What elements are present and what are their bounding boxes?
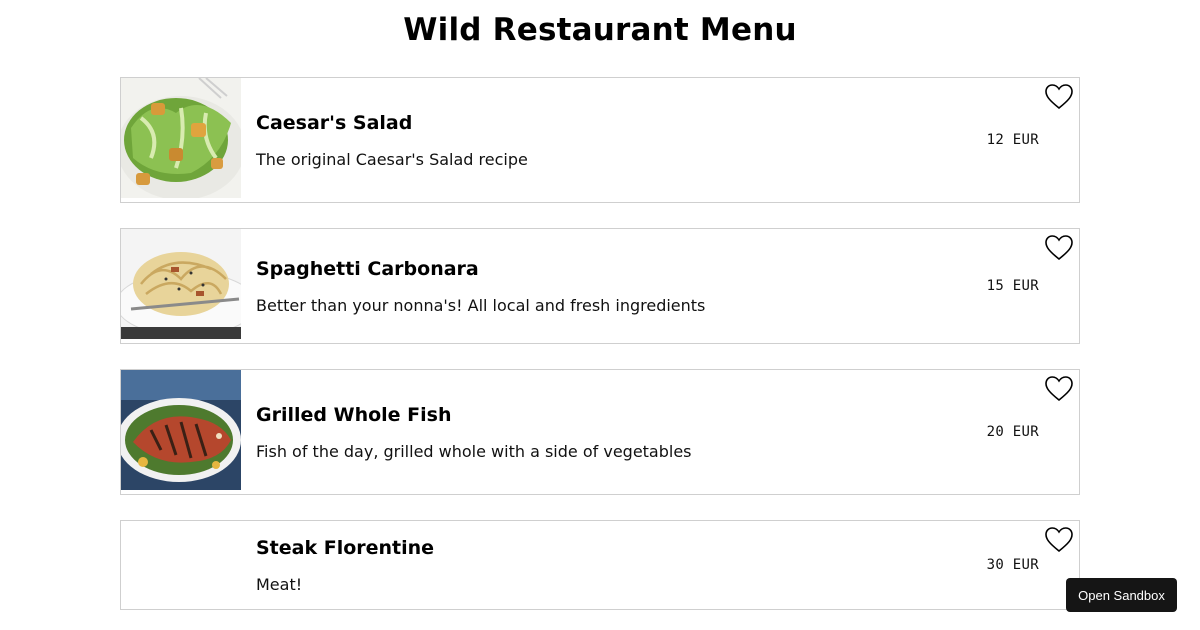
menu-item-card: Grilled Whole Fish Fish of the day, gril… xyxy=(120,369,1080,495)
menu-item-body: Spaghetti Carbonara Better than your non… xyxy=(241,229,1079,343)
page-title: Wild Restaurant Menu xyxy=(403,12,797,48)
heart-icon[interactable] xyxy=(1045,235,1073,261)
heart-icon[interactable] xyxy=(1045,527,1073,553)
open-sandbox-button[interactable]: Open Sandbox xyxy=(1066,578,1177,612)
menu-item-description: The original Caesar's Salad recipe xyxy=(256,149,528,169)
menu-item-name: Caesar's Salad xyxy=(256,111,413,134)
menu-item-price: 20 EUR xyxy=(986,424,1039,440)
menu-item-name: Spaghetti Carbonara xyxy=(256,257,479,280)
menu-list: Caesar's Salad The original Caesar's Sal… xyxy=(120,77,1080,610)
menu-item-body: Caesar's Salad The original Caesar's Sal… xyxy=(241,78,1079,202)
menu-item-name: Steak Florentine xyxy=(256,536,435,559)
menu-item-card: Spaghetti Carbonara Better than your non… xyxy=(120,228,1080,344)
menu-item-price: 30 EUR xyxy=(986,557,1039,573)
menu-item-price: 15 EUR xyxy=(986,278,1039,294)
menu-item-card: Caesar's Salad The original Caesar's Sal… xyxy=(120,77,1080,203)
menu-page: Wild Restaurant Menu Caesar's Salad The … xyxy=(0,0,1200,630)
steak-florentine-image xyxy=(121,521,241,609)
menu-item-description: Fish of the day, grilled whole with a si… xyxy=(256,441,692,461)
heart-icon[interactable] xyxy=(1045,84,1073,110)
spaghetti-carbonara-image xyxy=(121,229,241,339)
card-spacer xyxy=(120,495,1080,520)
menu-item-body: Grilled Whole Fish Fish of the day, gril… xyxy=(241,370,1079,494)
menu-item-description: Meat! xyxy=(256,574,303,594)
menu-item-name: Grilled Whole Fish xyxy=(256,403,452,426)
menu-item-card: Steak Florentine Meat! 30 EUR xyxy=(120,520,1080,610)
heart-icon[interactable] xyxy=(1045,376,1073,402)
menu-item-description: Better than your nonna's! All local and … xyxy=(256,295,706,315)
menu-item-body: Steak Florentine Meat! xyxy=(241,521,1079,609)
card-spacer xyxy=(120,203,1080,228)
grilled-fish-image xyxy=(121,370,241,490)
menu-item-price: 12 EUR xyxy=(986,132,1039,148)
card-spacer xyxy=(120,344,1080,369)
caesar-salad-image xyxy=(121,78,241,198)
